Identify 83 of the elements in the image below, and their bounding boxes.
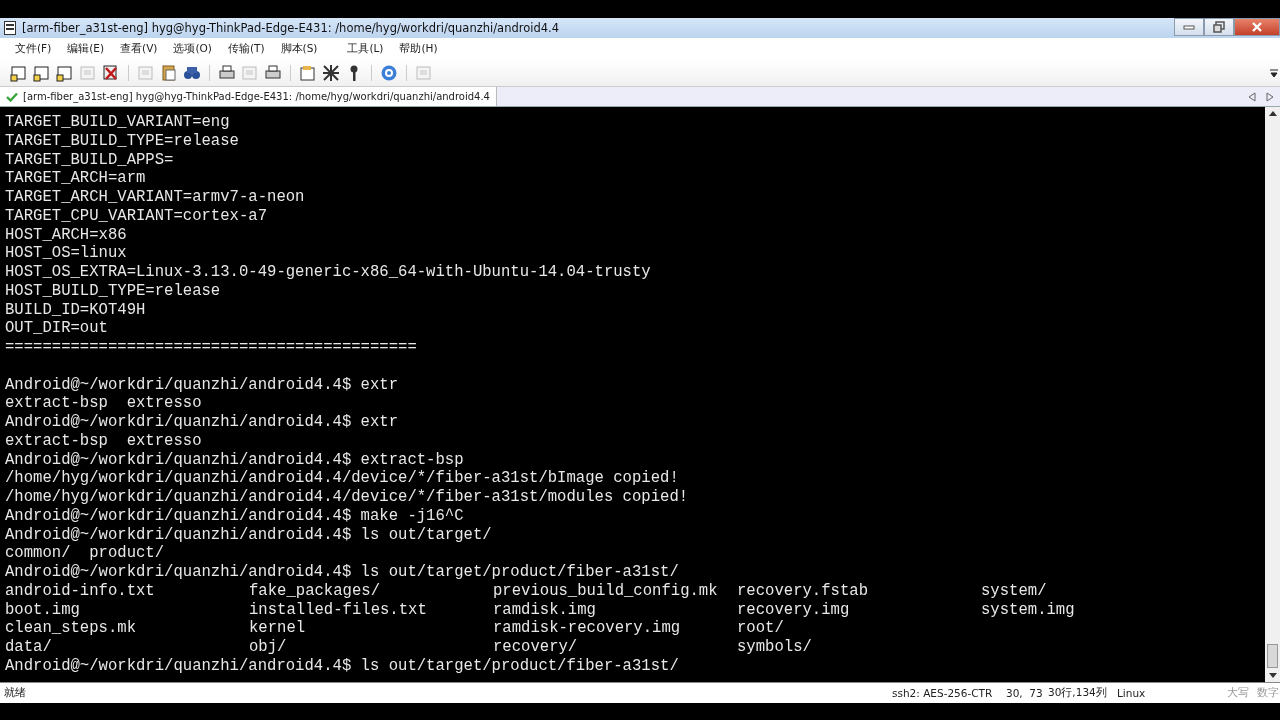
status-text: ssh2: AES-256-CTR xyxy=(892,687,994,699)
terminal-line: extract-bsp extresso xyxy=(5,394,203,413)
terminal-line: HOST_OS_EXTRA=Linux-3.13.0-49-generic-x86_64-with-Ubuntu-14.04-trusty xyxy=(5,263,652,282)
terminal-line: ============================================ xyxy=(5,338,418,357)
file-name: installed-files.txt xyxy=(249,600,428,620)
scrollbar-thumb[interactable] xyxy=(1267,644,1278,668)
status-text: Linux xyxy=(1117,687,1147,699)
printer-icon[interactable] xyxy=(264,64,282,82)
close-button[interactable] xyxy=(1234,18,1280,36)
file-name: previous_build_config.mk xyxy=(493,581,719,601)
terminal-line: Android@~/workdri/quanzhi/android4.4$ ls out/target/product/fiber-a31st/ xyxy=(5,563,680,582)
terminal-line: HOST_BUILD_TYPE=release xyxy=(5,281,222,301)
terminal-line: Android@~/workdri/quanzhi/android4.4$ extract-bsp xyxy=(5,450,465,470)
terminal-line: /home/hyg/workdri/quanzhi/android4.4/device/*/fiber-a31st/modules copied! xyxy=(5,488,690,507)
restore-button[interactable] xyxy=(1204,18,1234,36)
terminal-line: /home/hyg/workdri/quanzhi/android4.4/device/*/fiber-a31st/bImage copied! xyxy=(5,469,680,488)
file-name: recovery.fstab xyxy=(737,581,869,601)
file-name: system.img xyxy=(981,600,1076,620)
terminal-line: HOST_ARCH=x86 xyxy=(5,225,128,245)
menu-item[interactable]: 脚本(S) xyxy=(280,42,318,56)
tab-right-icon[interactable] xyxy=(1266,91,1274,102)
disconnect-icon[interactable] xyxy=(102,64,120,82)
file-name: root/ xyxy=(737,619,785,638)
terminal-line: Android@~/workdri/quanzhi/android4.4$ ls out/target/product/fiber-a31st/ xyxy=(5,656,680,676)
file-name: obj/ xyxy=(249,638,288,657)
terminal-line: TARGET_ARCH_VARIANT=armv7-a-neon xyxy=(5,188,306,207)
printer-icon[interactable] xyxy=(218,64,236,82)
scroll-down-icon[interactable] xyxy=(1267,672,1278,680)
status-text: 大写 xyxy=(1227,686,1250,700)
menu-item[interactable]: 编辑(E) xyxy=(67,42,105,56)
status-text: 30行,134列 xyxy=(1048,686,1108,700)
minimize-button[interactable] xyxy=(1174,18,1204,36)
terminal-line: common/ product/ xyxy=(5,544,166,563)
scroll-up-icon[interactable] xyxy=(1267,109,1278,117)
file-name: android-info.txt xyxy=(5,581,156,601)
menu-item[interactable]: 帮助(H) xyxy=(399,42,438,56)
terminal-line: Android@~/workdri/quanzhi/android4.4$ extr xyxy=(5,375,400,395)
file-name: clean_steps.mk xyxy=(5,619,137,638)
minimize-icon xyxy=(1183,24,1195,30)
file-name: recovery.img xyxy=(737,600,851,620)
tab-left-icon[interactable] xyxy=(1248,91,1256,102)
terminal-line: TARGET_CPU_VARIANT=cortex-a7 xyxy=(5,206,269,226)
file-name: recovery/ xyxy=(493,638,579,657)
close-icon xyxy=(1251,22,1263,32)
terminal-line: HOST_OS=linux xyxy=(5,244,128,263)
check-icon xyxy=(6,91,18,102)
terminal-icon xyxy=(4,21,16,35)
status-text: 数字 xyxy=(1257,686,1279,700)
file-name: fake_packages/ xyxy=(249,581,381,601)
window-title: [arm-fiber_a31st-eng] hyg@hyg-ThinkPad-Edge-E431: /home/hyg/workdri/quanzhi/android4.4 xyxy=(22,21,560,35)
terminal-line: extract-bsp extresso xyxy=(5,431,203,451)
menu-item[interactable]: 选项(O) xyxy=(173,42,212,56)
status-text: 就绪 xyxy=(4,686,27,700)
file-name: ramdisk-recovery.img xyxy=(493,619,682,638)
terminal-line: TARGET_BUILD_TYPE=release xyxy=(5,131,240,151)
overflow-icon[interactable] xyxy=(1270,68,1278,78)
file-name: data/ xyxy=(5,638,53,657)
restore-icon xyxy=(1213,21,1225,33)
file-name: symbols/ xyxy=(737,638,813,657)
file-name: ramdisk.img xyxy=(493,600,597,620)
menu-item[interactable]: 查看(V) xyxy=(120,42,158,56)
terminal-line: TARGET_BUILD_VARIANT=eng xyxy=(5,113,231,132)
toolbar-icon[interactable] xyxy=(322,64,340,82)
terminal-line: BUILD_ID=KOT49H xyxy=(5,300,147,320)
toolbar-icon[interactable] xyxy=(33,64,51,82)
terminal-line: Android@~/workdri/quanzhi/android4.4$ extr xyxy=(5,413,400,432)
terminal-line: Android@~/workdri/quanzhi/android4.4$ ls out/target/ xyxy=(5,525,493,545)
status-text: 30, 73 xyxy=(1006,687,1044,699)
menu-item[interactable]: 传输(T) xyxy=(227,42,265,56)
terminal-line: OUT_DIR=out xyxy=(5,319,109,338)
file-name: system/ xyxy=(981,581,1048,601)
menu-item[interactable]: 文件(F) xyxy=(15,42,52,56)
menu-item[interactable]: 工具(L) xyxy=(347,42,384,56)
toolbar-icon[interactable] xyxy=(56,64,74,82)
file-name: kernel xyxy=(249,619,307,638)
session-tab[interactable]: [arm-fiber_a31st-eng] hyg@hyg-ThinkPad-Edge-E431: /home/hyg/workdri/quanzhi/android4.4 xyxy=(0,87,497,106)
binoculars-icon[interactable] xyxy=(183,64,201,82)
scrollbar[interactable] xyxy=(1265,107,1280,682)
terminal-line: TARGET_BUILD_APPS= xyxy=(5,150,175,170)
terminal-line: TARGET_ARCH=arm xyxy=(5,169,147,188)
toolbar-icon[interactable] xyxy=(10,64,28,82)
terminal-line: Android@~/workdri/quanzhi/android4.4$ make -j16^C xyxy=(5,506,465,526)
file-name: boot.img xyxy=(5,600,81,620)
